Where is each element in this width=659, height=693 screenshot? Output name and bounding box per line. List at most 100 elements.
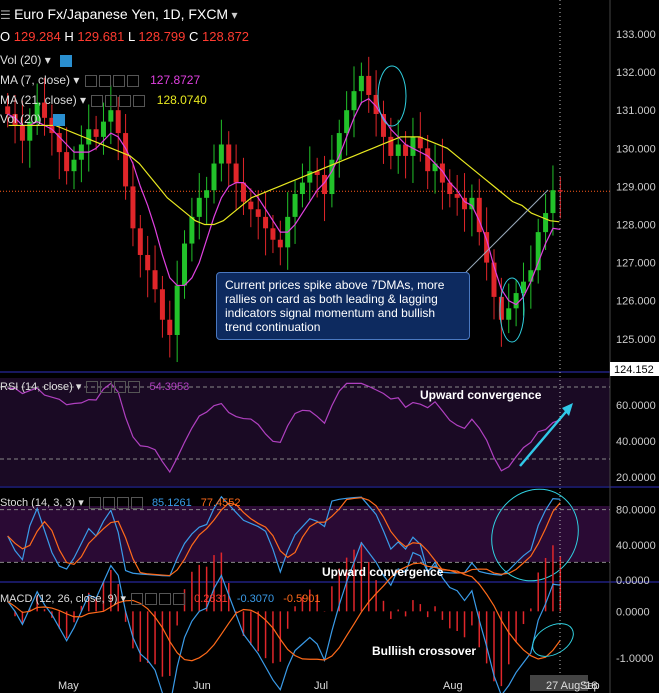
- price-tick: 131.000: [616, 105, 656, 117]
- legend-value: 128.0740: [156, 93, 207, 107]
- candle-body: [145, 254, 151, 271]
- macd-signal-value: -0.5901: [283, 593, 321, 605]
- macd-label: MACD (12, 26, close, 9): [0, 593, 118, 605]
- eye-icon[interactable]: [91, 94, 104, 107]
- close-icon[interactable]: [133, 94, 146, 107]
- legend-label: MA (7, close): [0, 73, 71, 87]
- candle-body: [292, 194, 298, 217]
- candle-body: [204, 190, 210, 198]
- chevron-down-icon[interactable]: ▾: [120, 593, 126, 605]
- eye-icon[interactable]: [131, 593, 144, 606]
- candle-body: [469, 197, 475, 210]
- settings-icon[interactable]: [105, 94, 118, 107]
- eye-icon[interactable]: [86, 381, 99, 394]
- add-icon[interactable]: [114, 381, 127, 394]
- candle-body: [182, 243, 188, 286]
- chevron-down-icon[interactable]: ▾: [76, 381, 82, 393]
- x-axis-label: Jul: [314, 680, 328, 692]
- add-icon[interactable]: [112, 74, 125, 87]
- chart-header[interactable]: ☰ Euro Fx/Japanese Yen, 1D, FXCM ▾: [0, 6, 237, 22]
- macd-annotation: Bulliish crossover: [372, 644, 477, 658]
- macd-tick: 0.0000: [616, 606, 650, 618]
- open-label: O: [0, 29, 11, 44]
- low-label: L: [128, 29, 135, 44]
- price-tick: 132.000: [616, 67, 656, 79]
- add-icon[interactable]: [116, 497, 129, 510]
- candle-body: [344, 110, 350, 134]
- candle-body: [270, 228, 276, 240]
- add-icon[interactable]: [159, 593, 172, 606]
- legend-vol-1[interactable]: Vol (20) ▾: [0, 53, 73, 67]
- chevron-down-icon[interactable]: ▾: [45, 53, 51, 67]
- price-tick: 126.000: [616, 296, 656, 308]
- candle-body: [226, 144, 232, 164]
- legend-ma21[interactable]: MA (21, close) ▾ 128.0740: [0, 93, 207, 107]
- settings-icon[interactable]: [145, 593, 158, 606]
- candle-body: [535, 232, 541, 271]
- legend-label: Vol (20): [0, 53, 42, 67]
- candle-body: [358, 75, 364, 92]
- settings-icon[interactable]: [100, 381, 113, 394]
- candle-body: [410, 136, 416, 156]
- x-axis-label: May: [58, 680, 79, 692]
- close-value: 128.872: [202, 29, 250, 44]
- x-axis-label: Jun: [193, 680, 211, 692]
- close-icon[interactable]: [128, 381, 141, 394]
- current-price-label: 124.152: [614, 364, 654, 376]
- candle-body: [240, 182, 246, 202]
- candle-body: [425, 148, 431, 172]
- close-icon[interactable]: [173, 593, 186, 606]
- chevron-down-icon[interactable]: ▾: [80, 93, 86, 107]
- candle-body: [395, 144, 401, 156]
- candle-body: [513, 293, 519, 309]
- candle-body: [233, 163, 239, 183]
- add-icon[interactable]: [119, 94, 132, 107]
- settings-icon[interactable]: [60, 54, 73, 67]
- candle-body: [506, 308, 512, 320]
- legend-label: Vol (20): [0, 112, 42, 126]
- rsi-legend[interactable]: RSI (14, close) ▾ 54.3953: [0, 380, 189, 394]
- price-tick: 129.000: [616, 181, 656, 193]
- rsi-tick: 60.0000: [616, 400, 656, 412]
- candle-body: [123, 133, 129, 187]
- stoch-legend[interactable]: Stoch (14, 3, 3) ▾ 85.1261 77.4552: [0, 496, 241, 510]
- candle-body: [19, 125, 25, 141]
- close-label: C: [189, 29, 199, 44]
- settings-icon[interactable]: [52, 113, 65, 126]
- stoch-tick: 0.0000: [616, 575, 650, 587]
- candle-body: [115, 110, 121, 134]
- legend-vol-2[interactable]: Vol (20): [0, 112, 65, 126]
- eye-icon[interactable]: [84, 74, 97, 87]
- candle-body: [137, 228, 143, 255]
- legend-ma7[interactable]: MA (7, close) ▾ 127.8727: [0, 73, 200, 87]
- symbol-title[interactable]: Euro Fx/Japanese Yen, 1D, FXCM: [14, 6, 228, 22]
- analysis-callout: Current prices spike above 7DMAs, more r…: [216, 272, 470, 340]
- rsi-tick: 40.0000: [616, 436, 656, 448]
- eye-icon[interactable]: [88, 497, 101, 510]
- price-tick: 128.000: [616, 220, 656, 232]
- price-tick: 130.000: [616, 143, 656, 155]
- settings-icon[interactable]: [102, 497, 115, 510]
- candle-body: [159, 289, 165, 320]
- stoch-d-value: 77.4552: [200, 497, 241, 509]
- x-axis-label: Sep: [580, 680, 600, 692]
- macd-legend[interactable]: MACD (12, 26, close, 9) ▾ 0.2831 -0.3070…: [0, 592, 321, 606]
- settings-icon[interactable]: [98, 74, 111, 87]
- stoch-tick: 40.0000: [616, 540, 656, 552]
- candle-body: [454, 194, 460, 198]
- menu-icon[interactable]: ☰: [0, 8, 14, 22]
- rsi-tick: 20.0000: [616, 472, 656, 484]
- candle-body: [108, 110, 114, 122]
- chevron-down-icon[interactable]: ▾: [78, 497, 84, 509]
- candle-body: [248, 201, 254, 210]
- highlight-top: [377, 65, 407, 127]
- price-tick: 133.000: [616, 29, 656, 41]
- ohlc-line: O 129.284 H 129.681 L 128.799 C 128.872: [0, 29, 249, 44]
- close-icon[interactable]: [130, 497, 143, 510]
- close-icon[interactable]: [126, 74, 139, 87]
- chevron-down-icon[interactable]: ▾: [231, 8, 237, 22]
- candle-body: [218, 144, 224, 164]
- macd-tick: -1.0000: [616, 653, 653, 665]
- chevron-down-icon[interactable]: ▾: [73, 73, 79, 87]
- price-tick: 125.000: [616, 334, 656, 346]
